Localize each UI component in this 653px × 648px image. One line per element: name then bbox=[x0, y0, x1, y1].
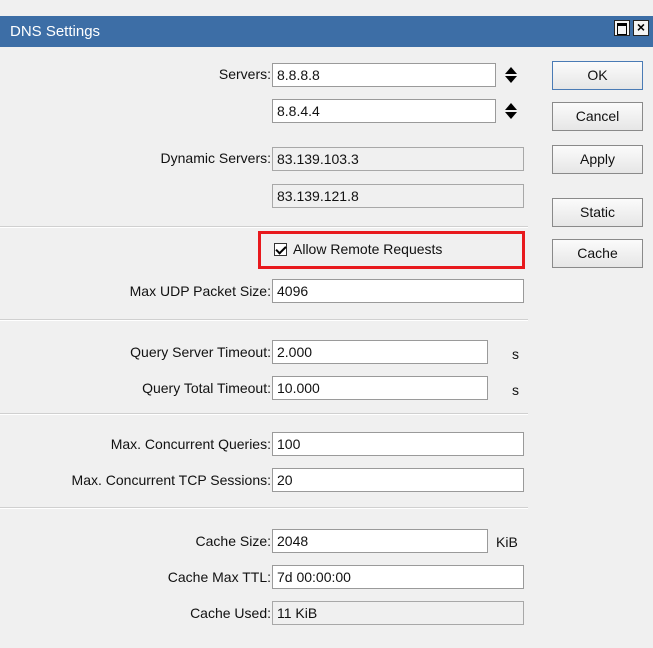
cache-max-ttl-input[interactable]: 7d 00:00:00 bbox=[272, 565, 524, 589]
max-concurrent-tcp-label: Max. Concurrent TCP Sessions: bbox=[71, 472, 271, 488]
separator bbox=[0, 226, 528, 228]
allow-remote-requests-checkbox[interactable]: Allow Remote Requests bbox=[274, 240, 442, 260]
max-udp-label: Max UDP Packet Size: bbox=[129, 283, 271, 299]
separator bbox=[0, 319, 528, 321]
query-total-timeout-unit: s bbox=[512, 382, 519, 398]
dynamic-server-1-field: 83.139.103.3 bbox=[272, 147, 524, 171]
dynamic-server-2-field: 83.139.121.8 bbox=[272, 184, 524, 208]
max-udp-input[interactable]: 4096 bbox=[272, 279, 524, 303]
server-2-input[interactable]: 8.8.4.4 bbox=[272, 99, 496, 123]
max-concurrent-queries-label: Max. Concurrent Queries: bbox=[110, 436, 271, 452]
max-concurrent-tcp-input[interactable]: 20 bbox=[272, 468, 524, 492]
maximize-icon[interactable] bbox=[614, 20, 630, 36]
query-server-timeout-label: Query Server Timeout: bbox=[130, 344, 271, 360]
window-title: DNS Settings bbox=[10, 23, 101, 40]
ok-button[interactable]: OK bbox=[552, 61, 643, 90]
separator bbox=[0, 413, 528, 415]
max-concurrent-queries-input[interactable]: 100 bbox=[272, 432, 524, 456]
server-1-input[interactable]: 8.8.8.8 bbox=[272, 63, 496, 87]
query-server-timeout-input[interactable]: 2.000 bbox=[272, 340, 488, 364]
separator bbox=[0, 507, 528, 509]
checkbox-checked-icon[interactable] bbox=[274, 242, 287, 256]
apply-button[interactable]: Apply bbox=[552, 145, 643, 174]
server-2-spin-icon[interactable] bbox=[505, 102, 517, 120]
query-server-timeout-unit: s bbox=[512, 346, 519, 362]
cache-used-label: Cache Used: bbox=[190, 605, 271, 621]
query-total-timeout-label: Query Total Timeout: bbox=[142, 380, 271, 396]
cache-button[interactable]: Cache bbox=[552, 239, 643, 268]
allow-remote-requests-label: Allow Remote Requests bbox=[293, 241, 443, 258]
servers-label: Servers: bbox=[218, 66, 271, 82]
cache-max-ttl-label: Cache Max TTL: bbox=[167, 569, 271, 585]
cancel-button[interactable]: Cancel bbox=[552, 102, 643, 131]
cache-size-label: Cache Size: bbox=[195, 533, 271, 549]
close-icon[interactable]: × bbox=[633, 20, 649, 36]
query-total-timeout-input[interactable]: 10.000 bbox=[272, 376, 488, 400]
cache-size-unit: KiB bbox=[496, 534, 518, 550]
dns-settings-window: DNS Settings × Servers: 8.8.8.8 8.8.4.4 … bbox=[0, 0, 653, 648]
form-area: Servers: 8.8.8.8 8.8.4.4 Dynamic Servers… bbox=[0, 47, 653, 648]
title-bar[interactable]: DNS Settings × bbox=[0, 16, 653, 47]
cache-size-input[interactable]: 2048 bbox=[272, 529, 488, 553]
cache-used-field: 11 KiB bbox=[272, 601, 524, 625]
dynamic-servers-label: Dynamic Servers: bbox=[160, 150, 271, 166]
server-1-spin-icon[interactable] bbox=[505, 66, 517, 84]
static-button[interactable]: Static bbox=[552, 198, 643, 227]
